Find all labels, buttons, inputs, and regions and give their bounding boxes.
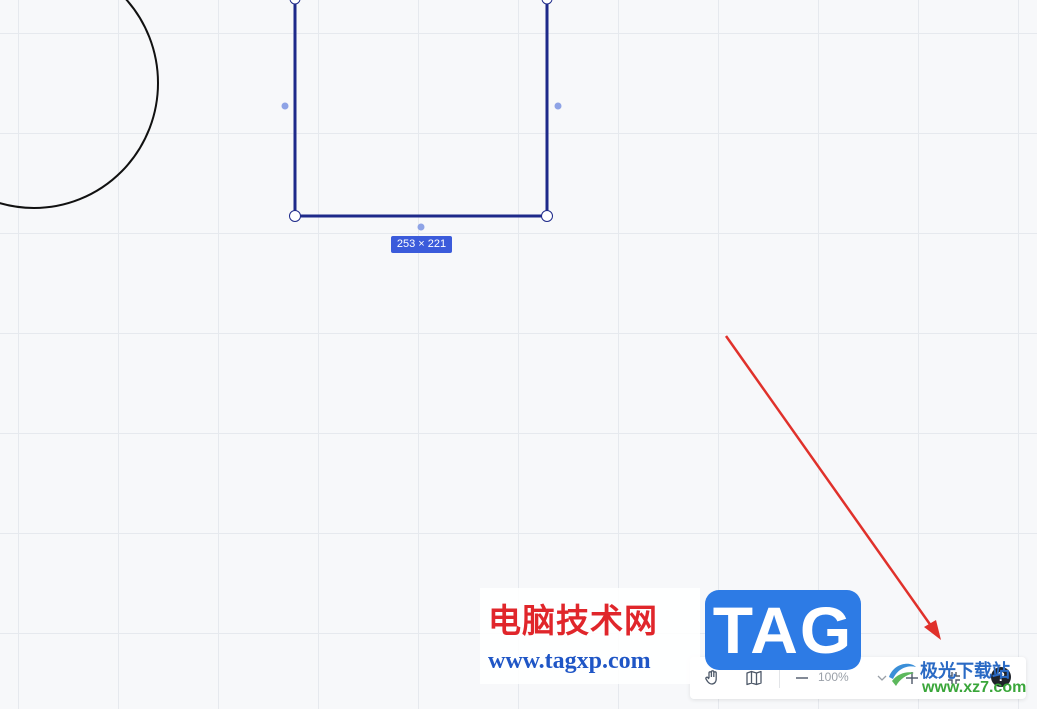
watermark-site-name: 电脑技术网 — [488, 601, 658, 640]
watermark-brand-url: www.xz7.com — [922, 679, 1027, 696]
corner-handle-bottom-left — [289, 210, 301, 222]
selection-handles[interactable] — [281, 0, 562, 231]
toolbar-divider — [779, 668, 780, 688]
edge-handle-bottom — [417, 223, 425, 231]
edge-handle-left — [281, 102, 289, 110]
brand-logo-icon — [889, 663, 916, 686]
watermark-site-url: www.tagxp.com — [488, 648, 651, 674]
watermark-tag-logo: TAG — [705, 590, 861, 670]
selected-rectangle[interactable] — [293, 0, 549, 218]
corner-handle-top-left — [289, 0, 301, 5]
minus-icon — [796, 677, 808, 679]
watermark-brand: 极光下载站 www.xz7.com — [886, 655, 1031, 703]
edge-handle-right — [554, 102, 562, 110]
watermark-site: 电脑技术网 www.tagxp.com — [480, 588, 700, 684]
size-label: 253 × 221 — [391, 236, 452, 253]
corner-handle-bottom-right — [541, 210, 553, 222]
zoom-value[interactable]: 100% — [818, 670, 849, 684]
circle-shape[interactable] — [0, 0, 159, 209]
drawing-canvas[interactable]: 253 × 221 100% ? 电脑技术网 www.tagxp.com TAG… — [0, 0, 1037, 709]
corner-handle-top-right — [541, 0, 553, 5]
